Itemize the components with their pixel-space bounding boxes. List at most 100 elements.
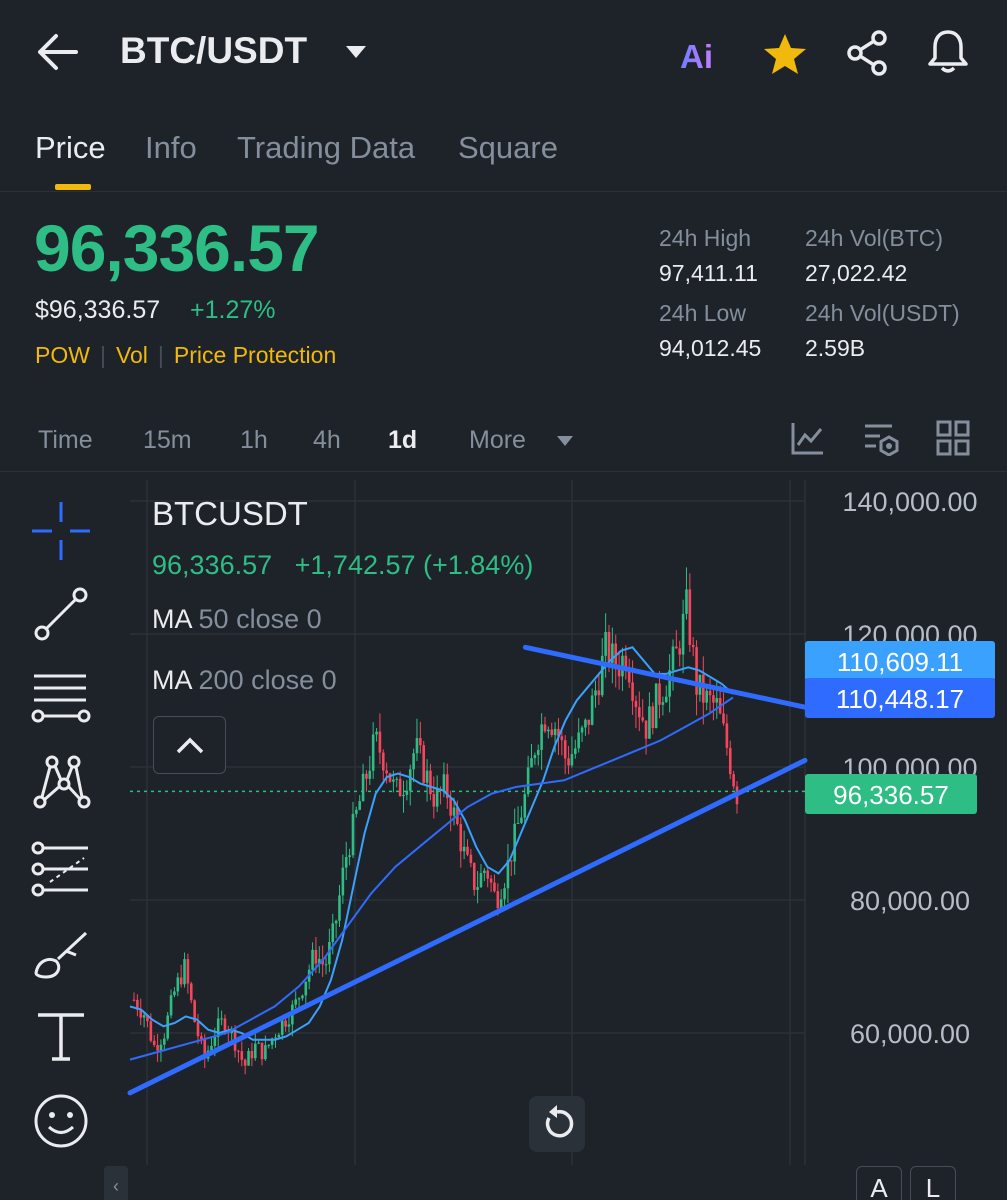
ma-params: 50 close 0 — [198, 604, 322, 634]
candle-body — [570, 754, 574, 766]
candle-body — [304, 981, 308, 996]
candle-body — [388, 773, 392, 782]
auto-scale-button[interactable]: A — [856, 1166, 902, 1200]
candle-body — [607, 631, 611, 664]
candle-body — [361, 773, 365, 802]
candle-body — [163, 1038, 166, 1045]
candle-body — [381, 752, 385, 771]
ma200-price-tag: 110,448.17 — [805, 678, 995, 718]
candle-body — [189, 983, 193, 1001]
candle-body — [429, 770, 432, 795]
collapse-legend-button[interactable] — [153, 716, 226, 774]
candle-body — [371, 734, 375, 771]
y-axis-labels: 140,000.00120,000.00100,000.0080,000.006… — [842, 487, 977, 1049]
candle-body — [668, 670, 671, 697]
candle-body — [176, 977, 180, 992]
chevron-up-icon — [176, 737, 204, 754]
candle-body — [338, 895, 341, 921]
candle-body — [567, 758, 570, 766]
candle-body — [287, 1024, 291, 1027]
trend-line-support — [127, 757, 808, 1096]
candle-body — [553, 728, 557, 736]
candle-body — [691, 644, 695, 648]
candle-body — [728, 747, 732, 775]
candle-body — [257, 1042, 260, 1044]
candle-body — [314, 949, 318, 964]
candle-body — [712, 695, 715, 703]
candle-body — [355, 809, 358, 814]
candle-body — [496, 891, 500, 909]
candle-body — [499, 899, 503, 909]
candle-body — [250, 1050, 254, 1059]
candle-body — [715, 698, 719, 703]
candle-body — [708, 690, 712, 696]
candle-body — [264, 1045, 267, 1060]
candle-body — [725, 723, 729, 748]
candle-body — [638, 707, 641, 718]
candle-body — [560, 736, 564, 741]
candle-body — [324, 964, 328, 966]
candle-body — [395, 778, 399, 780]
price-chart[interactable]: 140,000.00120,000.00100,000.0080,000.006… — [0, 0, 1007, 1200]
candle-body — [334, 920, 338, 924]
candle-body — [597, 690, 601, 696]
candle-body — [213, 1036, 217, 1046]
candle-body — [159, 1044, 163, 1051]
candle-body — [590, 695, 594, 725]
candle-body — [574, 748, 577, 755]
candle-body — [183, 959, 186, 985]
log-scale-button[interactable]: L — [910, 1166, 956, 1200]
candle-body — [526, 767, 530, 795]
candle-body — [459, 824, 463, 852]
candle-body — [563, 740, 567, 759]
candle-body — [466, 846, 469, 855]
candle-body — [483, 870, 486, 874]
candle-body — [277, 1034, 281, 1038]
chart-ohlc: 96,336.57 +1,742.57 (+1.84%) — [152, 550, 533, 581]
ma-label: MA — [152, 665, 192, 695]
candle-body — [671, 646, 675, 671]
candle-body — [179, 977, 183, 985]
candle-body — [284, 1020, 287, 1027]
last-price-tag: 96,336.57 — [805, 774, 977, 814]
candle-body — [435, 788, 439, 807]
ma-params: 200 close 0 — [198, 665, 337, 695]
candle-body — [651, 706, 655, 728]
candle-body — [520, 817, 523, 823]
candle-body — [452, 807, 456, 816]
candle-body — [351, 813, 355, 856]
candle-body — [166, 1015, 169, 1039]
reset-chart-button[interactable] — [529, 1096, 585, 1152]
scroll-left-button[interactable]: ‹ — [104, 1166, 128, 1200]
candle-body — [472, 863, 476, 890]
candle-body — [301, 995, 304, 999]
ohlc-price: 96,336.57 — [152, 550, 273, 580]
candle-body — [543, 724, 547, 732]
candle-body — [489, 878, 493, 883]
candle-body — [722, 713, 725, 724]
candle-body — [627, 670, 631, 683]
candle-body — [368, 770, 372, 779]
ma50-price-tag: 110,609.11 — [805, 641, 995, 681]
candle-body — [584, 719, 587, 728]
candle-body — [149, 1021, 153, 1041]
ma200-legend[interactable]: MA 200 close 0 — [152, 665, 337, 696]
candle-body — [331, 923, 335, 942]
candle-body — [253, 1043, 257, 1059]
chart-grid — [130, 480, 806, 1165]
ohlc-change: +1,742.57 (+1.84%) — [294, 550, 534, 580]
candle-body — [516, 822, 520, 824]
ma50-legend[interactable]: MA 50 close 0 — [152, 604, 322, 635]
candle-body — [664, 696, 668, 703]
candle-body — [365, 773, 368, 779]
candle-body — [547, 729, 550, 732]
candle-body — [688, 589, 692, 645]
candle-body — [378, 731, 382, 753]
candle-body — [220, 1018, 223, 1020]
candle-body — [405, 790, 409, 795]
candle-body — [402, 794, 405, 797]
candle-body — [476, 887, 479, 890]
candle-body — [536, 749, 540, 756]
candle-body — [398, 778, 402, 797]
candle-body — [425, 770, 429, 783]
